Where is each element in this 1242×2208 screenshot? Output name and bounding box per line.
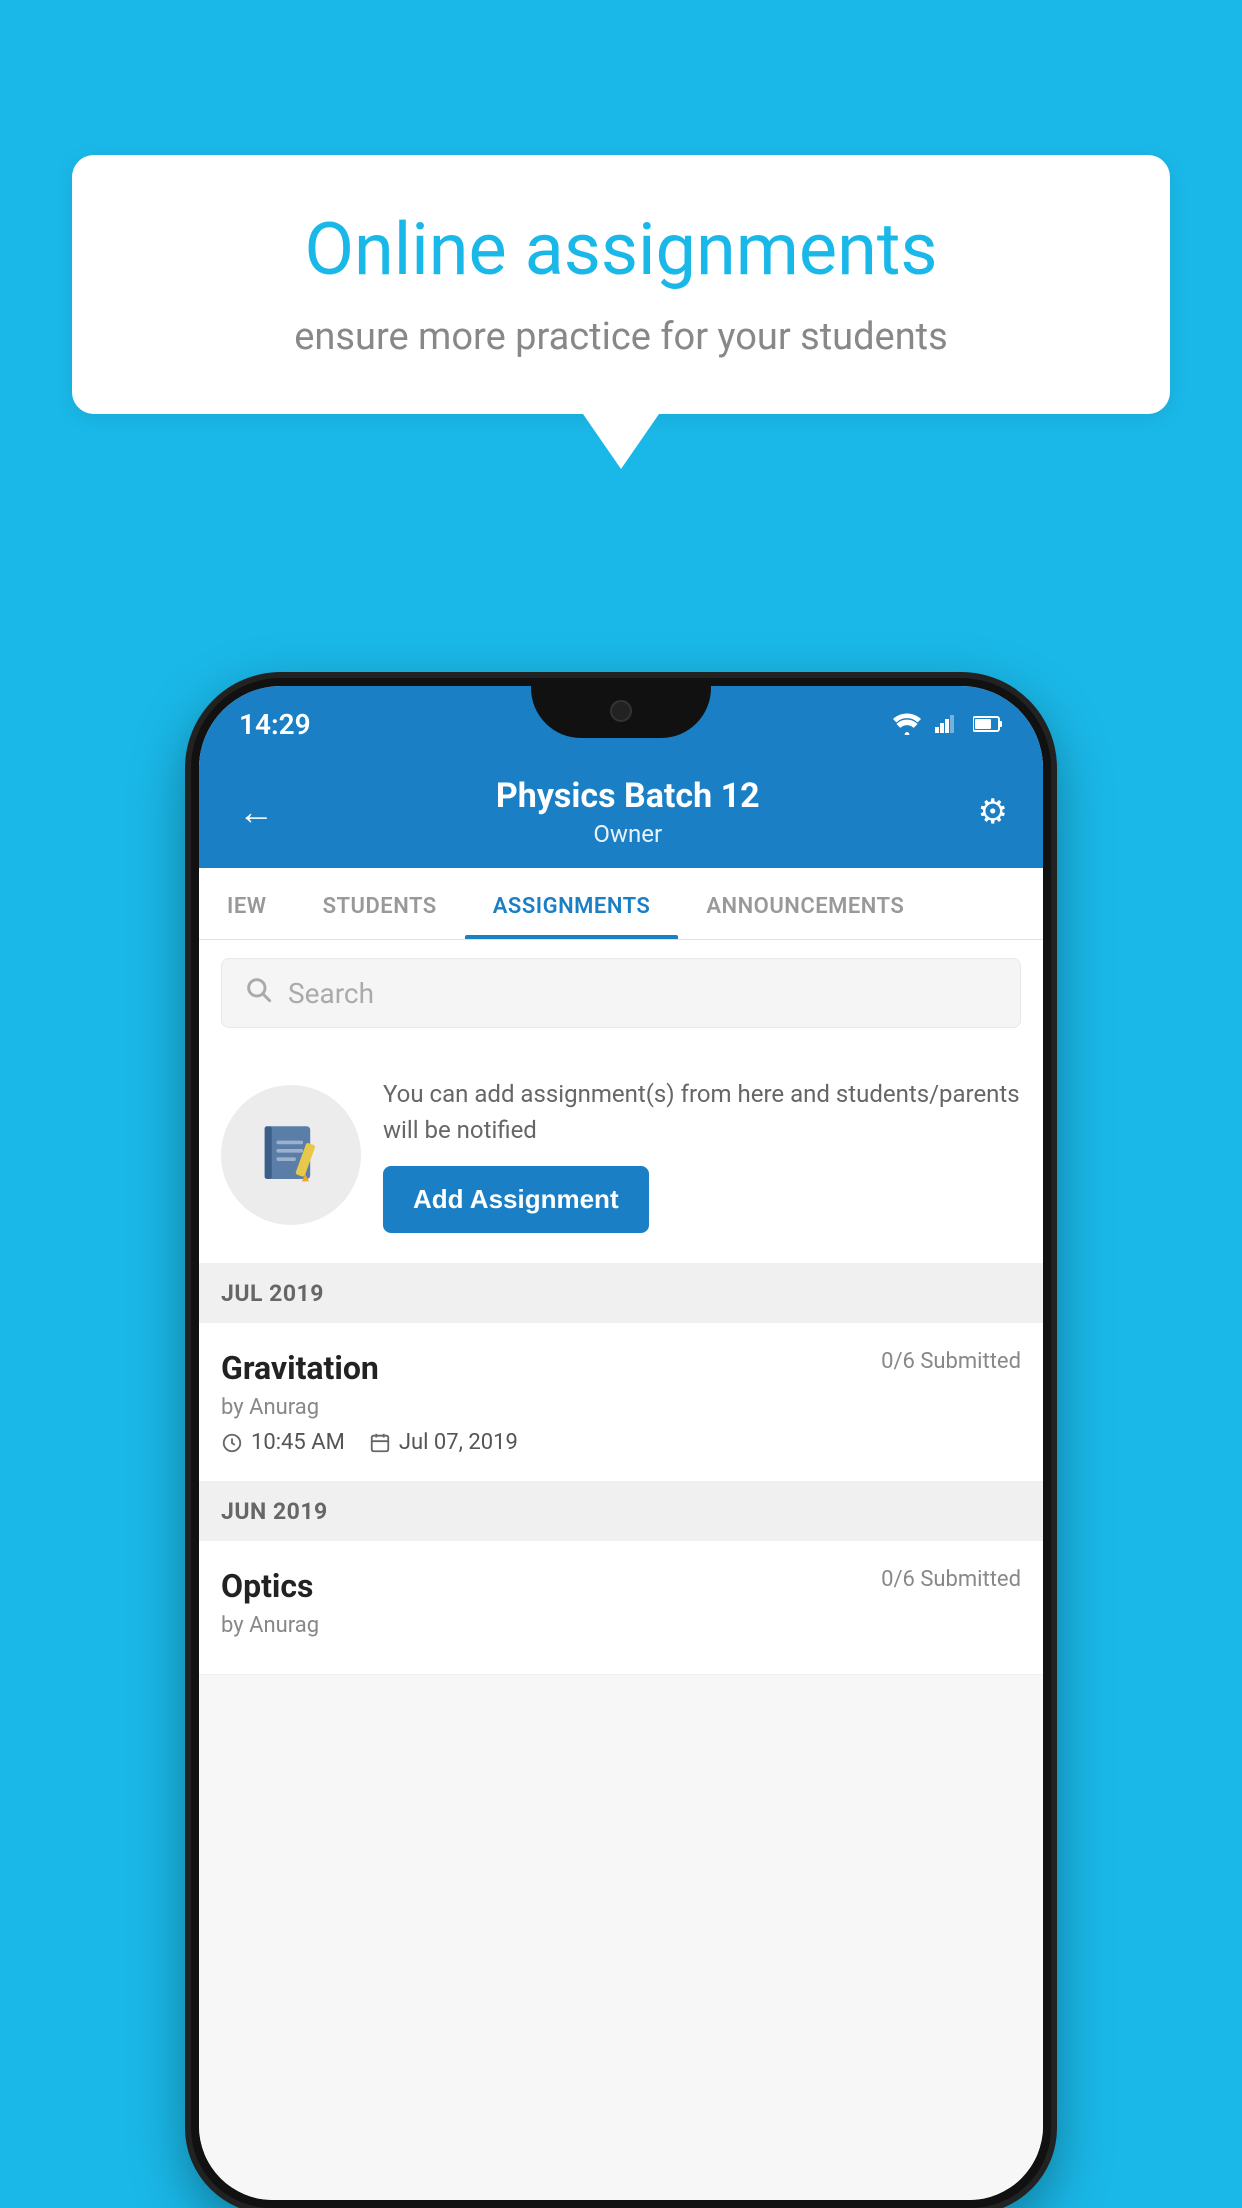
promo-description: You can add assignment(s) from here and …: [383, 1076, 1021, 1148]
notch: [531, 686, 711, 738]
search-input-placeholder: Search: [288, 977, 374, 1010]
speech-bubble: Online assignments ensure more practice …: [72, 155, 1170, 414]
signal-icon: [935, 713, 959, 735]
assignment-row-top-optics: Optics 0/6 Submitted: [221, 1567, 1021, 1605]
assignment-item-optics[interactable]: Optics 0/6 Submitted by Anurag: [199, 1541, 1043, 1675]
clock-icon: [221, 1432, 243, 1454]
tabs-row: IEW STUDENTS ASSIGNMENTS ANNOUNCEMENTS: [199, 868, 1043, 940]
promo-icon-circle: [221, 1085, 361, 1225]
phone-screen: 14:29: [199, 686, 1043, 2200]
status-time: 14:29: [239, 708, 311, 741]
speech-bubble-title: Online assignments: [132, 210, 1110, 289]
phone-frame: 14:29: [191, 678, 1051, 2208]
tab-students[interactable]: STUDENTS: [295, 868, 465, 939]
speech-bubble-subtitle: ensure more practice for your students: [132, 311, 1110, 364]
app-header: ← Physics Batch 12 Owner ⚙: [199, 754, 1043, 868]
assignment-name: Gravitation: [221, 1349, 379, 1387]
content-area: Search: [199, 940, 1043, 2200]
battery-icon: [973, 715, 1003, 733]
assignment-meta: 10:45 AM Jul 07, 2019: [221, 1430, 1021, 1455]
notebook-icon: [255, 1119, 327, 1191]
meta-date: Jul 07, 2019: [369, 1430, 518, 1455]
assignment-name-optics: Optics: [221, 1567, 313, 1605]
add-assignment-button[interactable]: Add Assignment: [383, 1166, 649, 1233]
section-header-jun: JUN 2019: [199, 1482, 1043, 1541]
speech-bubble-container: Online assignments ensure more practice …: [72, 155, 1170, 469]
section-header-jul: JUL 2019: [199, 1264, 1043, 1323]
search-container: Search: [199, 940, 1043, 1046]
search-icon: [244, 975, 272, 1011]
tab-announcements[interactable]: ANNOUNCEMENTS: [678, 868, 932, 939]
header-title-block: Physics Batch 12 Owner: [278, 776, 978, 848]
promo-text-block: You can add assignment(s) from here and …: [383, 1076, 1021, 1233]
meta-time: 10:45 AM: [221, 1430, 345, 1455]
assignment-by: by Anurag: [221, 1395, 1021, 1420]
tab-assignments[interactable]: ASSIGNMENTS: [465, 868, 679, 939]
gear-icon[interactable]: ⚙: [978, 792, 1008, 832]
promo-card: You can add assignment(s) from here and …: [199, 1046, 1043, 1264]
header-title: Physics Batch 12: [278, 776, 978, 816]
tab-iew[interactable]: IEW: [199, 868, 295, 939]
speech-bubble-arrow: [583, 414, 659, 469]
status-icons: [893, 713, 1003, 735]
assignment-submitted-optics: 0/6 Submitted: [881, 1567, 1021, 1592]
wifi-icon: [893, 713, 921, 735]
assignment-by-optics: by Anurag: [221, 1613, 1021, 1638]
back-button[interactable]: ←: [234, 787, 278, 837]
assignment-item-gravitation[interactable]: Gravitation 0/6 Submitted by Anurag 10:4…: [199, 1323, 1043, 1482]
notch-camera: [610, 700, 632, 722]
search-bar[interactable]: Search: [221, 958, 1021, 1028]
assignment-submitted: 0/6 Submitted: [881, 1349, 1021, 1374]
assignment-row-top: Gravitation 0/6 Submitted: [221, 1349, 1021, 1387]
status-bar: 14:29: [199, 686, 1043, 754]
calendar-icon: [369, 1432, 391, 1454]
header-subtitle: Owner: [278, 820, 978, 848]
